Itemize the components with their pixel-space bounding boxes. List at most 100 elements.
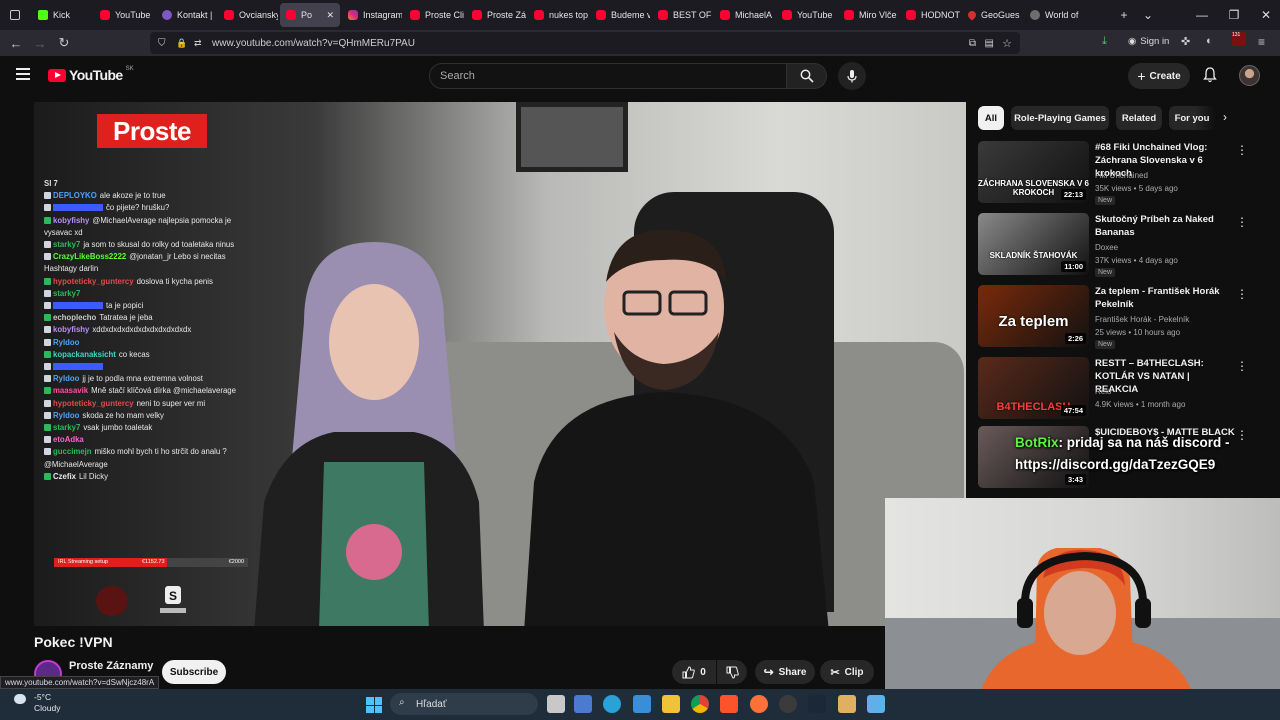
share-button[interactable]: ↪ Share xyxy=(755,660,815,684)
minimize-button[interactable]: — xyxy=(1186,0,1218,30)
video-channel[interactable]: Fiki Unchained xyxy=(1095,169,1148,182)
browser-tab[interactable]: HODNOT xyxy=(900,3,960,27)
browser-tab[interactable]: GeoGues xyxy=(962,3,1022,27)
bookmark-star-icon[interactable]: ☆ xyxy=(1002,37,1012,50)
video-channel[interactable]: Relo xyxy=(1095,385,1111,398)
app-icon[interactable] xyxy=(838,695,856,713)
notifications-bell-icon[interactable] xyxy=(1203,67,1217,88)
reader-view-icon[interactable]: ▤ xyxy=(985,38,994,49)
filter-chip[interactable]: Related xyxy=(1116,106,1162,130)
browser-tab[interactable]: Budeme v xyxy=(590,3,650,27)
maximize-button[interactable]: ❐ xyxy=(1218,0,1250,30)
forward-button[interactable]: → xyxy=(28,31,52,55)
recommended-video[interactable]: B4THECLASH 47:54 RESTT – B4THECLASH: KOTLÁ… xyxy=(978,357,1248,421)
more-actions-icon[interactable]: ⋮ xyxy=(1236,143,1248,157)
guide-menu-icon[interactable] xyxy=(16,68,30,80)
recommended-video[interactable]: Za teplem 2:26 Za teplem - František Horák… xyxy=(978,285,1248,349)
browser-tab[interactable]: Miro Vlče xyxy=(838,3,898,27)
voice-search-button[interactable] xyxy=(838,62,866,90)
menu-icon[interactable]: ≡ xyxy=(1258,35,1265,49)
channel-name[interactable]: Proste Záznamy xyxy=(69,660,153,672)
vpn-icon[interactable]: ◐ xyxy=(1206,35,1213,47)
address-bar[interactable]: ⛉ 🔒 ⇄ www.youtube.com/watch?v=QHmMERu7PA… xyxy=(150,32,1020,54)
subscribe-button[interactable]: Subscribe xyxy=(162,660,226,684)
search-input[interactable]: Search xyxy=(429,63,787,89)
sign-in-button[interactable]: ◉ Sign in xyxy=(1128,36,1169,47)
extensions-icon[interactable]: ✜ xyxy=(1181,35,1190,48)
permissions-icon[interactable]: ⇄ xyxy=(194,38,202,49)
back-button[interactable]: ← xyxy=(4,31,28,55)
weather-widget[interactable]: -5°C Cloudy xyxy=(14,692,60,714)
search-button[interactable] xyxy=(787,63,827,89)
video-title[interactable]: Za teplem - František Horák Pekelník xyxy=(1095,285,1235,311)
weather-condition: Cloudy xyxy=(34,703,61,713)
video-player[interactable]: Proste SI 7 DEPLOYKO ale akoze je to true č… xyxy=(34,102,966,626)
store-icon[interactable] xyxy=(574,695,592,713)
lock-icon[interactable]: 🔒 xyxy=(176,38,187,49)
browser-tab[interactable]: Po ✕ xyxy=(280,3,340,27)
filter-chip[interactable]: All xyxy=(978,106,1004,130)
video-title[interactable]: RESTT – B4THECLASH: KOTLÁR VS NATAN | RE… xyxy=(1095,357,1235,396)
start-icon[interactable] xyxy=(366,697,382,713)
downloads-icon[interactable]: ⤓ xyxy=(1102,35,1107,48)
more-actions-icon[interactable]: ⋮ xyxy=(1236,359,1248,373)
shield-icon[interactable]: ⛉ xyxy=(158,38,166,49)
brave-icon[interactable] xyxy=(720,695,738,713)
close-tab-icon[interactable]: ✕ xyxy=(326,10,334,21)
chrome-icon[interactable] xyxy=(691,695,709,713)
browser-tab[interactable]: BEST OF F xyxy=(652,3,712,27)
recommended-video[interactable]: SKLADNÍK ŠTAHOVÁK 11:00 Skutočný Príbeh za… xyxy=(978,213,1248,277)
youtube-logo[interactable]: YouTube SK xyxy=(48,66,134,83)
browser-tab[interactable]: Kontakt | xyxy=(156,3,216,27)
browser-tab[interactable] xyxy=(4,3,30,27)
taskbar-search[interactable]: ⌕ Hľadať xyxy=(390,693,538,715)
picture-in-picture-icon[interactable]: ⧉ xyxy=(969,38,976,49)
browser-tab[interactable]: MichaelA xyxy=(714,3,774,27)
obs-icon[interactable] xyxy=(779,695,797,713)
chat-badge-icon xyxy=(44,289,51,297)
more-actions-icon[interactable]: ⋮ xyxy=(1236,287,1248,301)
video-thumbnail[interactable]: ZÁCHRANA SLOVENSKA V 6 KROKOCH 22:13 xyxy=(978,141,1089,203)
file-explorer-icon[interactable] xyxy=(662,695,680,713)
search-icon xyxy=(800,69,814,83)
browser-tab[interactable]: YouTube xyxy=(776,3,836,27)
browser-tab[interactable]: Proste Cli xyxy=(404,3,464,27)
ublock-icon[interactable]: 131 xyxy=(1232,32,1246,46)
video-thumbnail[interactable]: Za teplem 2:26 xyxy=(978,285,1089,347)
chip-scroll-right-icon[interactable]: › xyxy=(1223,110,1227,124)
task-view-icon[interactable] xyxy=(547,695,565,713)
filter-chip[interactable]: Role-Playing Games xyxy=(1011,106,1109,130)
filter-chip[interactable]: For you xyxy=(1169,106,1215,130)
browser-tab[interactable]: Instagram xyxy=(342,3,402,27)
browser-tab[interactable]: YouTube xyxy=(94,3,154,27)
browser-tab[interactable]: World of xyxy=(1024,3,1084,27)
video-title[interactable]: Skutočný Príbeh za Naked Bananas xyxy=(1095,213,1235,239)
tab-list-dropdown-icon[interactable]: ⌄ xyxy=(1132,0,1164,30)
dislike-button[interactable] xyxy=(717,660,747,684)
create-button[interactable]: + Create xyxy=(1128,63,1190,89)
video-channel[interactable]: Doxee xyxy=(1095,241,1118,254)
notepad-icon[interactable] xyxy=(867,695,885,713)
steam-icon[interactable] xyxy=(808,695,826,713)
video-thumbnail[interactable]: SKLADNÍK ŠTAHOVÁK 11:00 xyxy=(978,213,1089,275)
browser-tab-label: Proste Cli xyxy=(425,10,464,20)
clip-button[interactable]: ✂ Clip xyxy=(820,660,874,684)
more-actions-icon[interactable]: ⋮ xyxy=(1236,215,1248,229)
chat-badge-icon xyxy=(44,241,51,249)
browser-tab[interactable]: Kick xyxy=(32,3,92,27)
close-window-button[interactable]: ✕ xyxy=(1250,0,1280,30)
browser-tab[interactable]: Ovciansky xyxy=(218,3,278,27)
chat-message: starky7 ja som to skusal do rolky od toal… xyxy=(44,239,254,251)
browser-tab[interactable]: Proste Zá xyxy=(466,3,526,27)
like-button[interactable]: 0 xyxy=(672,660,716,684)
video-thumbnail[interactable]: B4THECLASH 47:54 xyxy=(978,357,1089,419)
edge-icon[interactable] xyxy=(603,695,621,713)
firefox-icon[interactable] xyxy=(750,695,768,713)
avatar[interactable] xyxy=(1239,65,1260,86)
video-channel[interactable]: František Horák - Pekelník xyxy=(1095,313,1189,326)
browser-tab[interactable]: nukes top xyxy=(528,3,588,27)
reload-button[interactable]: ↻ xyxy=(52,31,76,55)
photos-icon[interactable] xyxy=(633,695,651,713)
youtube-icon xyxy=(658,10,668,20)
recommended-video[interactable]: ZÁCHRANA SLOVENSKA V 6 KROKOCH 22:13 #68 F… xyxy=(978,141,1248,205)
